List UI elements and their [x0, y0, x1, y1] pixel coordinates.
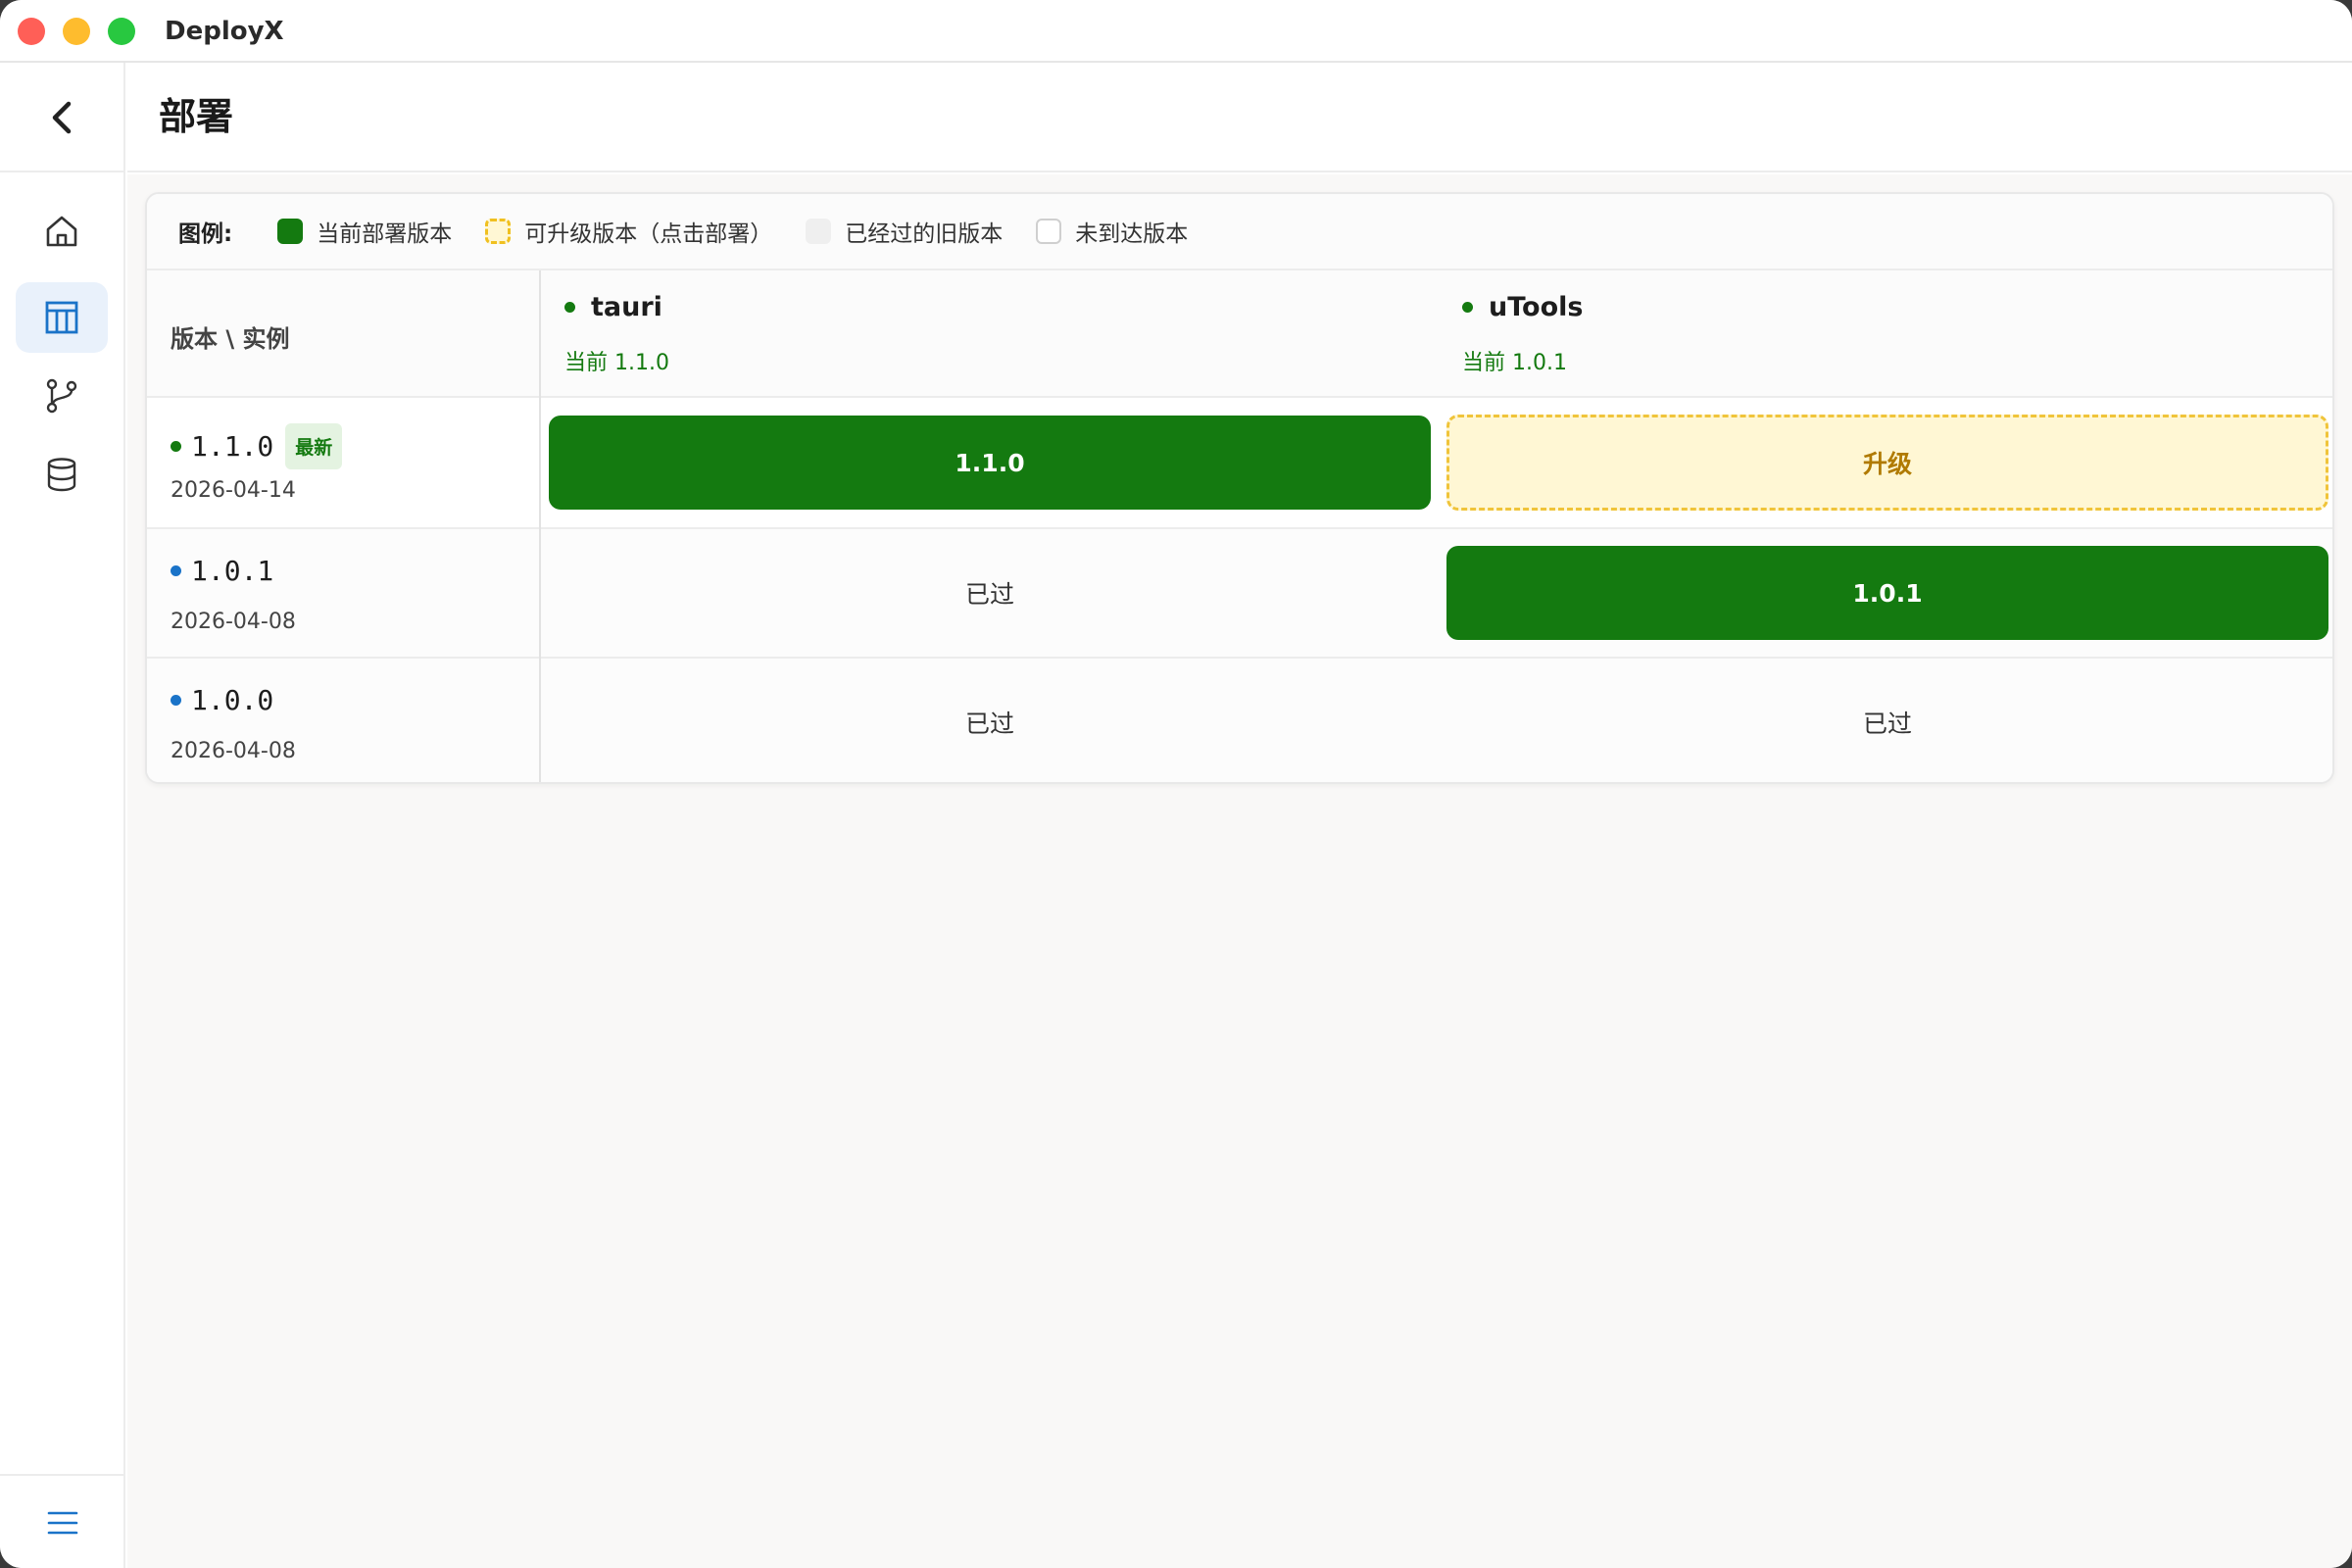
latest-badge: 最新	[285, 423, 343, 469]
version-status-dot	[171, 441, 181, 452]
version-cell: 1.1.0 最新 2026-04-14	[147, 398, 539, 527]
legend-swatch-future	[1036, 219, 1062, 244]
title-bar: DeployX	[0, 0, 2352, 63]
instance-name-row: uTools	[1462, 292, 1583, 322]
version-cell: 1.0.0 2026-04-08	[147, 659, 539, 782]
matrix-cell: 1.0.1	[1439, 529, 2332, 657]
version-date: 2026-04-14	[171, 478, 296, 503]
database-icon	[47, 458, 76, 492]
instance-current-version: 当前 1.1.0	[564, 351, 669, 375]
zoom-window-button[interactable]	[108, 18, 135, 45]
table-row: 1.0.0 2026-04-08 已过 已过	[147, 659, 2332, 782]
sidebar-item-database[interactable]	[16, 439, 108, 510]
legend-swatch-upgrade	[485, 219, 512, 244]
version-cell: 1.0.1 2026-04-08	[147, 529, 539, 657]
instance-status-dot	[564, 302, 575, 313]
version-number: 1.0.1	[191, 555, 274, 587]
minimize-window-button[interactable]	[63, 18, 90, 45]
corner-label: 版本 \ 实例	[171, 325, 290, 353]
main-content: 图例: 当前部署版本 可升级版本（点击部署） 已经过的旧版本 未到达版本 版本 …	[127, 174, 2352, 1568]
legend-item-current: 当前部署版本	[277, 215, 452, 248]
matrix-cell: 已过	[1439, 659, 2332, 782]
sidebar-footer	[0, 1474, 125, 1568]
table-row: 1.1.0 最新 2026-04-14 1.1.0 升级	[147, 398, 2332, 529]
version-date: 2026-04-08	[171, 739, 296, 763]
home-icon	[46, 216, 77, 247]
instance-header-utools: uTools 当前 1.0.1	[1439, 270, 2332, 398]
sidebar-item-deploy[interactable]	[16, 282, 108, 353]
passed-label: 已过	[964, 580, 1014, 609]
current-version-cell[interactable]: 1.0.1	[1446, 546, 2328, 640]
table-row: 1.0.1 2026-04-08 已过 1.0.1	[147, 529, 2332, 659]
legend-label: 可升级版本（点击部署）	[524, 221, 773, 247]
instance-name-row: tauri	[564, 292, 662, 322]
instance-current-version: 当前 1.0.1	[1462, 351, 1567, 375]
version-line: 1.0.1	[171, 555, 273, 587]
matrix-cell: 已过	[541, 529, 1439, 657]
table-icon	[45, 301, 78, 334]
matrix-cell: 已过	[541, 659, 1439, 782]
instance-name: tauri	[591, 292, 662, 322]
page-title: 部署	[159, 95, 234, 138]
version-status-dot	[171, 695, 181, 706]
sidebar-item-branches[interactable]	[16, 361, 108, 431]
version-number: 1.1.0	[191, 430, 274, 463]
legend-swatch-passed	[806, 219, 832, 244]
app-window: DeployX 部署 图例: 当前部署版本 可升级版本（点击部署） 已经过的旧版…	[0, 0, 2352, 1568]
legend-title: 图例:	[178, 221, 233, 247]
table-header-row: 版本 \ 实例 tauri 当前 1.1.0 uTools 当前 1.0.1	[147, 270, 2332, 398]
legend-label: 当前部署版本	[317, 221, 453, 247]
legend-label: 已经过的旧版本	[845, 221, 1004, 247]
passed-label: 已过	[964, 710, 1014, 738]
chevron-left-icon[interactable]	[43, 94, 82, 141]
column-divider	[539, 270, 541, 782]
sidebar	[0, 63, 125, 1568]
legend-label: 未到达版本	[1075, 221, 1189, 247]
close-window-button[interactable]	[18, 18, 45, 45]
passed-label: 已过	[1862, 710, 1912, 738]
legend: 图例: 当前部署版本 可升级版本（点击部署） 已经过的旧版本 未到达版本	[147, 194, 2332, 270]
version-status-dot	[171, 565, 181, 576]
version-line: 1.0.0	[171, 684, 273, 716]
back-area	[0, 63, 125, 172]
upgrade-button[interactable]: 升级	[1446, 415, 2328, 511]
version-number: 1.0.0	[191, 684, 274, 716]
app-title: DeployX	[165, 17, 284, 46]
version-line: 1.1.0 最新	[171, 423, 343, 469]
legend-item-future: 未到达版本	[1036, 215, 1188, 248]
git-branch-icon	[46, 378, 77, 414]
sidebar-item-home[interactable]	[16, 196, 108, 267]
legend-item-passed: 已经过的旧版本	[806, 215, 1003, 248]
instance-name: uTools	[1489, 292, 1584, 322]
version-date: 2026-04-08	[171, 610, 296, 634]
legend-item-upgrade: 可升级版本（点击部署）	[485, 215, 772, 248]
matrix-cell: 升级	[1439, 398, 2332, 527]
matrix-cell: 1.1.0	[541, 398, 1439, 527]
page-header: 部署	[127, 63, 2352, 172]
instance-header-tauri: tauri 当前 1.1.0	[541, 270, 1439, 398]
legend-swatch-current	[277, 219, 304, 244]
current-version-cell[interactable]: 1.1.0	[549, 416, 1431, 510]
instance-status-dot	[1462, 302, 1473, 313]
deploy-matrix-card: 图例: 当前部署版本 可升级版本（点击部署） 已经过的旧版本 未到达版本 版本 …	[145, 192, 2334, 784]
menu-icon[interactable]	[43, 1505, 82, 1541]
